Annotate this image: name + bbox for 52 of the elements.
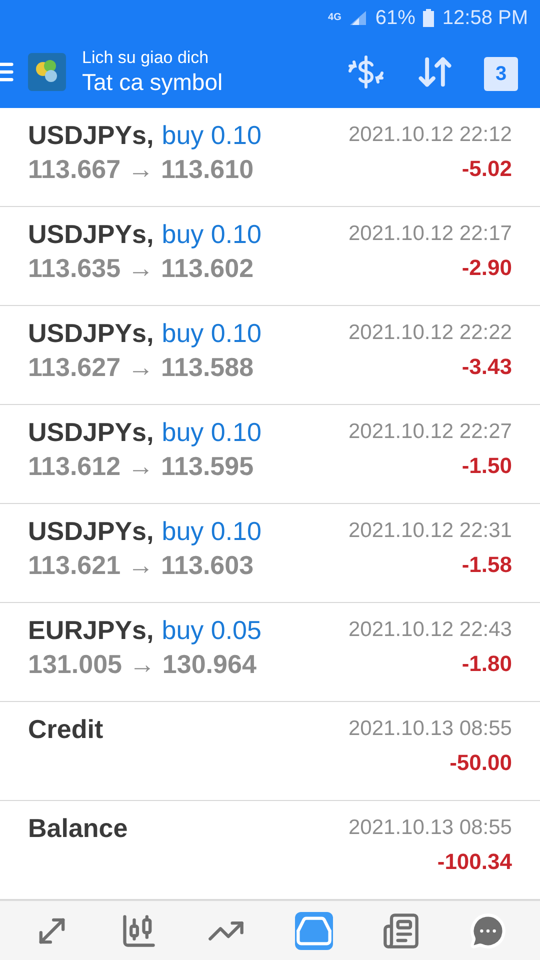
profit-value: -1.80 xyxy=(462,650,512,678)
history-row[interactable]: USDJPYs, buy 0.10 113.635 → 113.602 2021.10.12 22:17 -2.90 xyxy=(0,207,540,306)
order-label: buy 0.05 xyxy=(162,614,262,647)
history-row[interactable]: USDJPYs, buy 0.10 113.612 → 113.595 2021.10.12 22:27 -1.50 xyxy=(0,405,540,504)
signal-icon xyxy=(349,10,368,26)
history-row[interactable]: EURJPYs, buy 0.05 131.005 → 130.964 2021.10.12 22:43 -1.80 xyxy=(0,603,540,702)
symbol-label: EURJPYs, xyxy=(28,614,154,647)
deal-time: 2021.10.12 22:31 xyxy=(348,518,512,544)
price-range: 113.612 → 113.595 xyxy=(28,450,255,483)
deal-time: 2021.10.12 22:22 xyxy=(348,320,512,346)
deal-time: 2021.10.12 22:27 xyxy=(348,419,512,445)
price-range: 131.005 → 130.964 xyxy=(28,648,258,681)
profit-value: -1.50 xyxy=(462,452,512,480)
deal-time: 2021.10.12 22:43 xyxy=(348,617,512,643)
history-row[interactable]: Credit 2021.10.13 08:55 -50.00 xyxy=(0,702,540,801)
order-label: buy 0.10 xyxy=(162,515,262,548)
network-type: 4G xyxy=(328,13,342,23)
clock: 12:58 PM xyxy=(442,6,528,31)
history-row[interactable]: USDJPYs, buy 0.10 113.627 → 113.588 2021.10.12 22:22 -3.43 xyxy=(0,306,540,405)
price-range: 113.635 → 113.602 xyxy=(28,252,255,285)
deal-time: 2021.10.12 22:17 xyxy=(348,221,512,247)
profit-value: -100.34 xyxy=(437,848,512,876)
price-range: 113.621 → 113.603 xyxy=(28,549,255,582)
order-label: buy 0.10 xyxy=(162,416,262,449)
battery-icon xyxy=(423,9,434,27)
operation-label: Balance xyxy=(28,812,128,845)
deal-time: 2021.10.12 22:12 xyxy=(348,122,512,148)
battery-percent: 61% xyxy=(375,6,416,31)
symbol-label: USDJPYs, xyxy=(28,119,154,152)
symbol-label: USDJPYs, xyxy=(28,218,154,251)
profit-value: -1.58 xyxy=(462,551,512,579)
history-row[interactable]: USDJPYs, buy 0.10 113.621 → 113.603 2021.10.12 22:31 -1.58 xyxy=(0,504,540,603)
currency-exchange-icon[interactable] xyxy=(346,54,386,90)
order-label: buy 0.10 xyxy=(162,119,262,152)
deal-time: 2021.10.13 08:55 xyxy=(348,716,512,742)
price-range: 113.627 → 113.588 xyxy=(28,351,255,384)
profit-value: -50.00 xyxy=(450,749,512,777)
app-logo-icon xyxy=(28,53,66,91)
price-range: 113.667 → 113.610 xyxy=(28,153,255,186)
symbol-label: USDJPYs, xyxy=(28,317,154,350)
order-label: buy 0.10 xyxy=(162,218,262,251)
profit-value: -2.90 xyxy=(462,254,512,282)
symbol-label: USDJPYs, xyxy=(28,416,154,449)
history-row[interactable]: USDJPYs, buy 0.10 113.667 → 113.610 2021.10.12 22:12 -5.02 xyxy=(0,108,540,207)
operation-label: Credit xyxy=(28,713,104,746)
screen-title: Tat ca symbol xyxy=(82,68,223,97)
profit-value: -5.02 xyxy=(462,155,512,183)
symbol-label: USDJPYs, xyxy=(28,515,154,548)
profit-value: -3.43 xyxy=(462,353,512,381)
deal-time: 2021.10.13 08:55 xyxy=(348,815,512,841)
screen-subtitle: Lich su giao dich xyxy=(82,47,210,68)
order-label: buy 0.10 xyxy=(162,317,262,350)
